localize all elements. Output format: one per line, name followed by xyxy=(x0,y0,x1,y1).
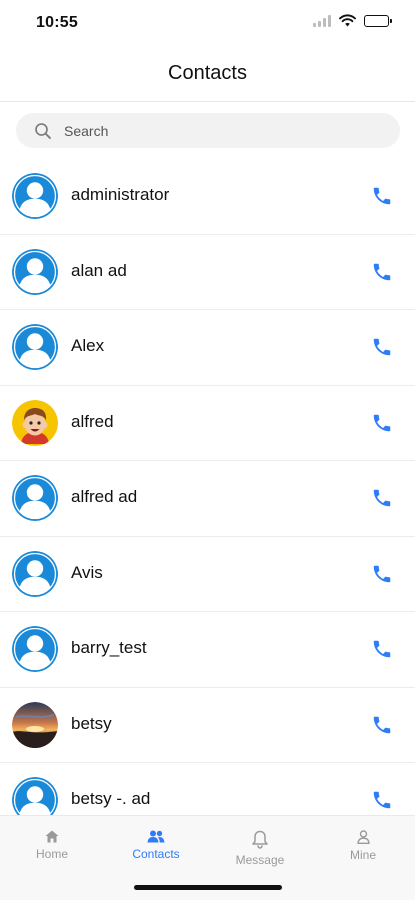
tab-label: Mine xyxy=(349,848,376,862)
contact-name: administrator xyxy=(71,185,170,204)
default-avatar xyxy=(12,324,58,370)
contact-name: betsy -. ad xyxy=(71,789,151,808)
tab-contacts[interactable]: Contacts xyxy=(104,830,208,863)
home-indicator[interactable] xyxy=(134,885,282,890)
default-avatar xyxy=(12,475,58,521)
status-time: 10:55 xyxy=(36,14,78,31)
phone-icon[interactable] xyxy=(371,185,393,207)
default-avatar xyxy=(12,550,58,597)
contact-name: barry_test xyxy=(71,638,147,657)
sunset-photo-avatar xyxy=(12,701,58,748)
tab-mine[interactable]: Mine xyxy=(311,830,415,864)
search-bar[interactable]: Search xyxy=(16,113,400,148)
contact-row[interactable]: Alex xyxy=(0,310,415,386)
wifi-icon xyxy=(339,14,356,27)
default-avatar xyxy=(12,777,58,815)
tab-message[interactable]: Message xyxy=(208,830,312,869)
phone-icon[interactable] xyxy=(371,261,393,283)
tab-label: Home xyxy=(35,847,68,861)
search-input[interactable]: Search xyxy=(64,123,108,139)
tab-label: Contacts xyxy=(132,847,180,861)
contacts-icon xyxy=(147,830,165,843)
navigation-header: Contacts xyxy=(0,46,415,102)
status-bar: 10:55 xyxy=(0,0,415,46)
contact-name: alan ad xyxy=(71,260,127,280)
default-avatar xyxy=(12,248,58,295)
contact-list[interactable]: administrator alan ad Alex alfred alfred… xyxy=(0,159,415,815)
contact-name: Alex xyxy=(71,336,105,355)
tab-home[interactable]: Home xyxy=(0,830,104,863)
person-icon xyxy=(356,830,370,844)
search-icon xyxy=(35,122,51,139)
phone-icon[interactable] xyxy=(371,789,393,811)
contact-row[interactable]: betsy -. ad xyxy=(0,763,415,815)
default-avatar xyxy=(12,173,58,219)
battery-icon xyxy=(364,14,392,27)
bottom-tab-bar: Home Contacts Message Mine xyxy=(0,815,415,900)
contact-row[interactable]: alfred xyxy=(0,386,415,461)
contact-row[interactable]: alfred ad xyxy=(0,461,415,537)
contact-name: alfred ad xyxy=(71,487,138,506)
signal-icon xyxy=(313,14,331,27)
contact-name: betsy xyxy=(71,713,112,733)
contact-row[interactable]: administrator xyxy=(0,159,415,235)
contact-name: alfred xyxy=(71,411,114,431)
contact-row[interactable]: betsy xyxy=(0,688,415,763)
phone-icon[interactable] xyxy=(371,336,393,358)
contact-row[interactable]: Avis xyxy=(0,537,415,612)
contact-row[interactable]: alan ad xyxy=(0,235,415,310)
status-icons xyxy=(313,14,392,27)
bell-icon xyxy=(252,830,268,849)
contact-name: Avis xyxy=(71,562,103,582)
tab-label: Message xyxy=(235,853,285,867)
page-title: Contacts xyxy=(168,62,247,84)
contact-row[interactable]: barry_test xyxy=(0,612,415,688)
phone-icon[interactable] xyxy=(371,638,393,660)
cartoon-boy-avatar xyxy=(12,399,58,446)
phone-icon[interactable] xyxy=(371,563,393,585)
phone-icon[interactable] xyxy=(371,412,393,434)
home-icon xyxy=(45,830,59,843)
phone-icon[interactable] xyxy=(371,487,393,509)
default-avatar xyxy=(12,626,58,672)
phone-icon[interactable] xyxy=(371,714,393,736)
